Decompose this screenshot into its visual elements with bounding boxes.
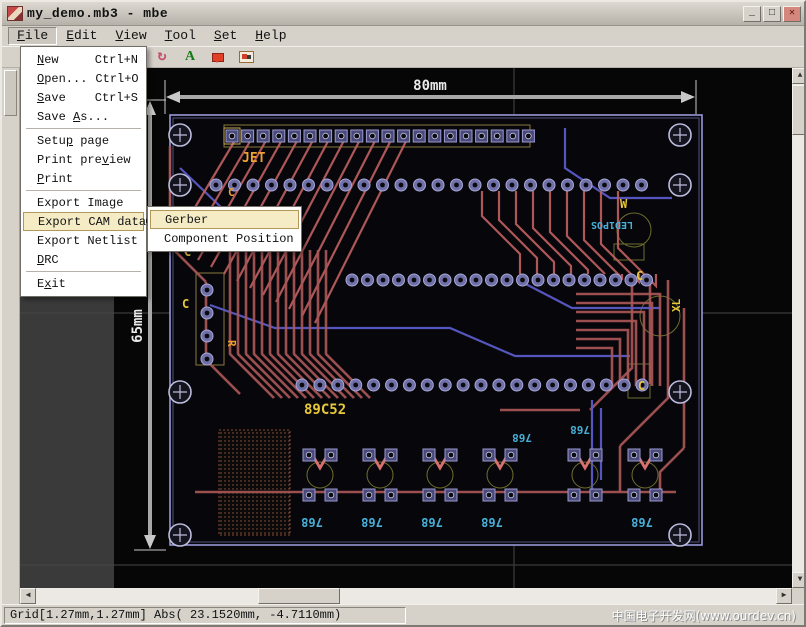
menu-separator bbox=[26, 190, 141, 191]
scroll-left-button[interactable]: ◀ bbox=[20, 588, 36, 604]
title-bar: my_demo.mb3 - mbe _ □ ✕ bbox=[2, 2, 804, 26]
silk-label: JET bbox=[242, 151, 266, 166]
menu-edit[interactable]: Edit bbox=[57, 27, 106, 45]
vertical-scrollbar[interactable]: ▲ ▼ bbox=[792, 68, 806, 588]
silk-label: 768 bbox=[570, 423, 590, 436]
minimize-button[interactable]: _ bbox=[743, 6, 761, 22]
scroll-up-button[interactable]: ▲ bbox=[792, 68, 806, 84]
silk-label: R bbox=[225, 340, 238, 347]
menu-item-print[interactable]: Print bbox=[23, 169, 144, 188]
menu-item-export-netlist[interactable]: Export Netlist bbox=[23, 231, 144, 250]
horizontal-scroll-thumb[interactable] bbox=[258, 588, 340, 604]
silk-label: W bbox=[620, 197, 628, 211]
menu-item-save[interactable]: SaveCtrl+S bbox=[23, 88, 144, 107]
flag-icon[interactable] bbox=[208, 48, 228, 66]
silk-label: 768 bbox=[421, 515, 443, 529]
menu-separator bbox=[26, 128, 141, 129]
submenu-item-gerber[interactable]: Gerber bbox=[150, 210, 299, 229]
menu-item-open[interactable]: Open...Ctrl+O bbox=[23, 69, 144, 88]
menu-item-export-cam-data[interactable]: Export CAM data▶ bbox=[23, 212, 144, 231]
dock-grip[interactable] bbox=[4, 70, 17, 116]
menu-item-drc[interactable]: DRC bbox=[23, 250, 144, 269]
dim-width-label: 80mm bbox=[413, 78, 447, 94]
menu-set[interactable]: Set bbox=[205, 27, 246, 45]
image-icon[interactable] bbox=[236, 48, 256, 66]
silk-label: 768 bbox=[301, 515, 323, 529]
maximize-button[interactable]: □ bbox=[763, 6, 781, 22]
silk-label: C bbox=[638, 379, 645, 393]
grid-readout: Grid[1.27mm,1.27mm] Abs( 23.1520mm, -4.7… bbox=[4, 607, 406, 624]
menu-bar: File Edit View Tool Set Help bbox=[2, 26, 804, 46]
window-title: my_demo.mb3 - mbe bbox=[27, 6, 168, 21]
scroll-right-button[interactable]: ▶ bbox=[776, 588, 792, 604]
silk-label: C bbox=[228, 186, 235, 199]
watermark-text: 中国电子开发网(www.ourdev.cn) bbox=[612, 607, 802, 624]
left-dock-strip bbox=[2, 68, 20, 604]
horizontal-scrollbar[interactable]: ◀ ▶ bbox=[20, 588, 792, 604]
submenu-item-component-position[interactable]: Component Position bbox=[150, 229, 299, 248]
scroll-down-button[interactable]: ▼ bbox=[792, 572, 806, 588]
app-window: my_demo.mb3 - mbe _ □ ✕ File Edit View T… bbox=[0, 0, 806, 627]
rotate-icon[interactable]: ↻ bbox=[152, 48, 172, 66]
menu-item-exit[interactable]: Exit bbox=[23, 274, 144, 293]
app-icon bbox=[7, 6, 23, 21]
silk-label: 768 bbox=[512, 431, 532, 444]
silk-label: C bbox=[636, 269, 643, 283]
menu-item-export-image[interactable]: Export Image bbox=[23, 193, 144, 212]
status-bar: Grid[1.27mm,1.27mm] Abs( 23.1520mm, -4.7… bbox=[2, 604, 804, 625]
silk-label: 768 bbox=[631, 515, 653, 529]
menu-file[interactable]: File bbox=[8, 27, 57, 45]
dim-height-label: 65mm bbox=[130, 309, 146, 343]
menu-tool[interactable]: Tool bbox=[156, 27, 205, 45]
vertical-scroll-thumb[interactable] bbox=[792, 85, 806, 135]
menu-item-new[interactable]: NewCtrl+N bbox=[23, 50, 144, 69]
file-menu-popup: NewCtrl+N Open...Ctrl+O SaveCtrl+S Save … bbox=[20, 46, 147, 297]
close-button[interactable]: ✕ bbox=[783, 6, 801, 22]
menu-item-save-as[interactable]: Save As... bbox=[23, 107, 144, 126]
menu-view[interactable]: View bbox=[106, 27, 155, 45]
silk-label: XL bbox=[670, 298, 683, 312]
menu-help[interactable]: Help bbox=[246, 27, 295, 45]
menu-separator bbox=[26, 271, 141, 272]
silk-label: LED1POS bbox=[591, 219, 633, 230]
silk-label: 768 bbox=[481, 515, 503, 529]
scrollbar-corner bbox=[792, 588, 806, 604]
menu-item-print-preview[interactable]: Print preview bbox=[23, 150, 144, 169]
silk-label: 89C52 bbox=[304, 402, 346, 418]
silk-label: C bbox=[182, 297, 189, 311]
export-cam-submenu: Gerber Component Position bbox=[147, 206, 302, 252]
text-tool-icon[interactable]: A bbox=[180, 48, 200, 66]
silk-label: 768 bbox=[361, 515, 383, 529]
menu-item-setup-page[interactable]: Setup page bbox=[23, 131, 144, 150]
